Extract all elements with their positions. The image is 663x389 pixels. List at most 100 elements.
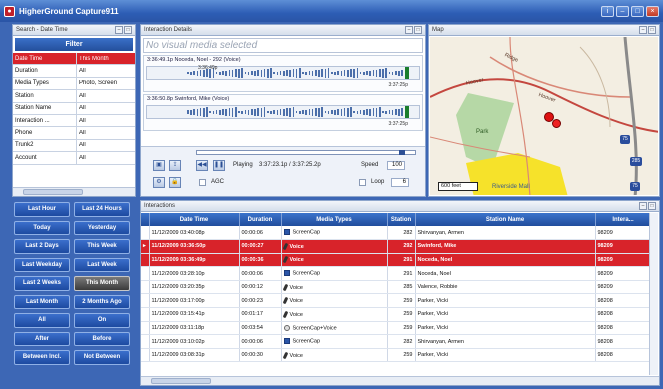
quick-filter-button[interactable]: Last Weekday [14,257,70,272]
column-header[interactable]: Station [387,213,416,226]
filter-row[interactable]: Phone All [13,127,135,140]
maximize-button[interactable]: □ [631,5,644,17]
rewind-button[interactable]: ◀◀ [196,160,208,171]
quick-filter-button[interactable]: Last Month [14,294,70,309]
playback-progress-bar[interactable] [196,150,416,155]
table-row[interactable]: 11/12/2009 03:11:18p 00:03:54 ScreenCap+Vo… [141,321,649,336]
column-header[interactable]: Date Time [149,213,240,226]
speed-input[interactable]: 100 [387,161,405,170]
quick-filter-button[interactable]: This Week [74,239,130,254]
panel-maximize-button[interactable]: □ [414,26,422,34]
filter-value: Photo, Screen [79,80,118,87]
playhead-marker[interactable] [405,106,409,118]
info-icon[interactable]: i [601,5,614,17]
filter-header-button[interactable]: Filter [15,38,133,51]
table-row[interactable]: 11/12/2009 03:28:10p 00:00:06 ScreenCap 291… [141,266,649,281]
quick-filter-button[interactable]: All [14,313,70,328]
column-header[interactable]: Intera... [595,213,649,226]
close-button[interactable]: × [646,5,659,17]
audio-track[interactable]: 3:36:49.1p Noceda, Noel - 292 (Voice) 3:3… [143,55,423,92]
agc-label: AGC [211,179,225,185]
column-header[interactable]: Duration [239,213,282,226]
vertical-scrollbar[interactable] [649,213,658,375]
media-type-label: Voice [289,257,304,264]
panel-minimize-button[interactable]: – [639,202,647,210]
quick-filter-button[interactable]: Last Hour [14,202,70,217]
table-row[interactable]: 11/12/2009 03:08:31p 00:00:30 Voice 259 Park… [141,348,649,363]
quick-filter-button[interactable]: This Month [74,276,130,291]
media-type-label: Voice [289,311,303,318]
filter-row[interactable]: Station All [13,90,135,103]
voice-icon [282,256,288,264]
search-panel: Search - Date Time – □ Filter Date Time Th… [12,24,136,197]
table-row[interactable]: 11/12/2009 03:17:00p 00:00:23 Voice 259 Park… [141,293,649,309]
table-row[interactable]: 11/12/2009 03:15:41p 00:01:17 Voice 259 Park… [141,307,649,322]
filter-value: This Month [79,55,109,62]
lock-icon[interactable]: 🔒 [169,177,181,188]
row-indicator: ▸ [141,239,150,254]
panel-minimize-button[interactable]: – [639,26,647,34]
quick-filter-button[interactable]: Not Between [74,350,130,365]
panel-maximize-button[interactable]: □ [648,26,656,34]
filter-key: Media Types [13,77,77,90]
details-panel-header: Interaction Details – □ [141,25,425,36]
save-icon[interactable]: ▣ [153,160,165,171]
quick-filter-button[interactable]: Today [14,220,70,235]
playing-time: 3:37:23.1p / 3:37:25.2p [259,162,321,168]
quick-filter-button[interactable]: Last 2 Days [14,239,70,254]
details-panel-title: Interaction Details [144,27,193,33]
quick-filter-button[interactable]: Yesterday [74,220,130,235]
waveform[interactable] [146,66,420,80]
quick-filter-button[interactable]: Between Incl. [14,350,70,365]
minimize-button[interactable]: – [616,5,629,17]
media-type-label: Voice [289,284,303,291]
row-indicator [141,266,150,281]
filter-row[interactable]: Date Time This Month [13,53,135,66]
column-header[interactable]: Media Types [281,213,388,226]
table-row[interactable]: 11/12/2009 03:20:35p 00:00:12 Voice 285 Vale… [141,280,649,295]
no-media-message: No visual media selected [143,38,423,53]
quick-filter-button[interactable]: Before [74,331,130,346]
loop-input[interactable]: 6 [391,178,409,187]
quick-filter-button[interactable]: After [14,331,70,346]
settings-icon[interactable]: ⚙ [153,177,165,188]
export-icon[interactable]: ⇪ [169,160,181,171]
filter-row[interactable]: Duration All [13,65,135,78]
table-row[interactable]: ▸ 11/12/2009 03:36:50p 00:00:27 Voice 292 Swi… [141,239,649,254]
map-pin-icon[interactable] [552,119,561,128]
map-view[interactable]: Park Hoover Hoover Ridge 75 285 75 600 f… [430,37,658,195]
audio-track[interactable]: 3:36:50.8p Swinford, Mike (Voice) 3:37:25… [143,94,423,131]
horizontal-scrollbar[interactable] [141,376,659,385]
filter-key: Trunk2 [13,139,77,152]
loop-checkbox[interactable] [359,179,366,186]
quick-filter-button[interactable]: Last Week [74,257,130,272]
column-header[interactable]: Station Name [415,213,596,226]
table-row[interactable]: 11/12/2009 03:10:02p 00:00:06 ScreenCap 282… [141,334,649,349]
panel-minimize-button[interactable]: – [115,26,123,34]
panel-minimize-button[interactable]: – [405,26,413,34]
filter-row[interactable]: Trunk2 All [13,139,135,153]
horizontal-scrollbar[interactable] [13,187,135,196]
cell-station: 291 [387,253,416,268]
filter-row[interactable]: Interaction ... All [13,114,135,128]
quick-filter-button[interactable]: Last 2 Weeks [14,276,70,291]
table-row[interactable]: 11/12/2009 03:36:49p 00:00:36 Voice 291 Noce… [141,253,649,268]
cell-id: 98208 [595,348,649,363]
panel-maximize-button[interactable]: □ [124,26,132,34]
playhead-marker[interactable] [405,67,409,79]
filter-row[interactable]: Station Name All [13,102,135,115]
quick-filter-button[interactable]: 2 Months Ago [74,294,130,309]
filter-value: All [79,105,86,112]
filter-row[interactable]: Account All [13,152,135,165]
playback-knob[interactable] [399,150,405,155]
cell-station: 292 [387,239,416,254]
quick-filter-button[interactable]: On [74,313,130,328]
agc-checkbox[interactable] [199,179,206,186]
pause-button[interactable]: ❚❚ [213,160,225,171]
quick-filter-button[interactable]: Last 24 Hours [74,202,130,217]
panel-maximize-button[interactable]: □ [648,202,656,210]
filter-row[interactable]: Media Types Photo, Screen [13,77,135,91]
table-row[interactable]: 11/12/2009 03:40:08p 00:00:06 ScreenCap 282… [141,226,649,241]
cell-id: 98209 [595,253,649,268]
waveform[interactable] [146,105,420,119]
